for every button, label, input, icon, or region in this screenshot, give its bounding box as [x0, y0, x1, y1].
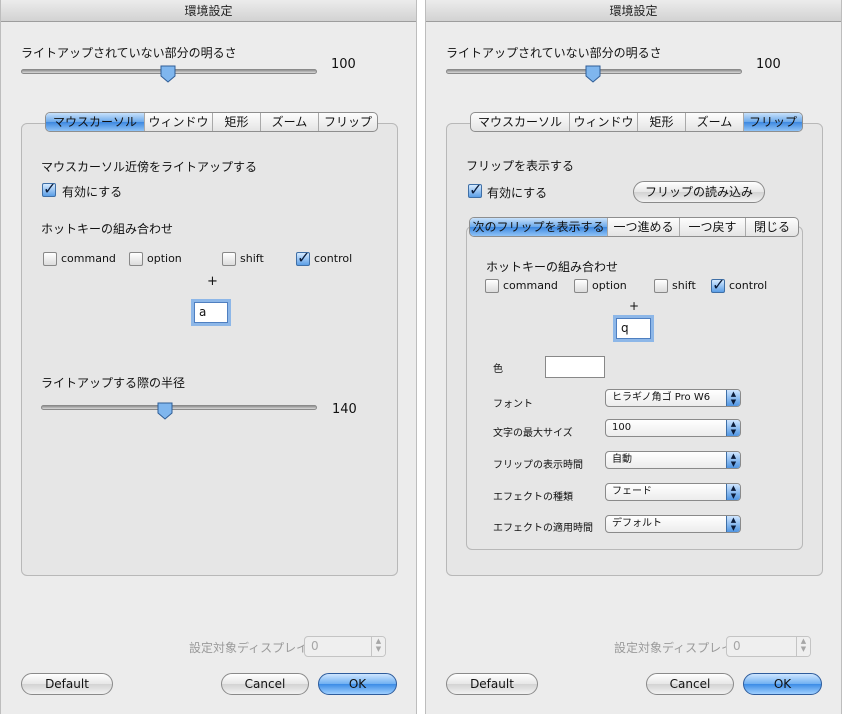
tab-rectangle[interactable]: 矩形 — [637, 113, 685, 131]
tab-bar: マウスカーソル ウィンドウ 矩形 ズーム フリップ — [45, 112, 378, 132]
shift-label: shift — [672, 279, 696, 292]
tab-window[interactable]: ウィンドウ — [569, 113, 637, 131]
radius-label: ライトアップする際の半径 — [41, 376, 186, 390]
radius-slider-thumb[interactable] — [157, 402, 173, 420]
tab-zoom[interactable]: ズーム — [685, 113, 743, 131]
section-title: マウスカーソル近傍をライトアップする — [41, 160, 258, 174]
popup-arrows-icon: ▲ ▼ — [726, 390, 740, 406]
tab-bar: マウスカーソル ウィンドウ 矩形 ズーム フリップ — [470, 112, 803, 132]
command-label: command — [61, 252, 116, 265]
effect-time-select[interactable]: デフォルト ▲ ▼ — [605, 515, 741, 533]
tab-mouse-cursor[interactable]: マウスカーソル — [46, 113, 144, 131]
brightness-label: ライトアップされていない部分の明るさ — [21, 46, 237, 60]
font-label: フォント — [493, 399, 533, 410]
shift-checkbox[interactable] — [222, 252, 236, 266]
popup-arrows-icon: ▲ ▼ — [726, 484, 740, 500]
section-title: フリップを表示する — [466, 159, 575, 173]
max-size-label: 文字の最大サイズ — [493, 428, 573, 439]
hotkey-key-field[interactable]: a — [194, 302, 228, 323]
option-label: option — [592, 279, 627, 292]
shift-label: shift — [240, 252, 264, 265]
color-swatch[interactable] — [545, 356, 605, 378]
enable-label: 有効にする — [62, 185, 123, 199]
subtab-forward[interactable]: 一つ進める — [607, 218, 679, 236]
font-select[interactable]: ヒラギノ角ゴ Pro W6 ▲ ▼ — [605, 389, 741, 407]
tab-rectangle[interactable]: 矩形 — [212, 113, 260, 131]
display-select[interactable]: 0 ▲ ▼ — [304, 636, 386, 657]
tab-window[interactable]: ウィンドウ — [144, 113, 212, 131]
brightness-value: 100 — [331, 57, 356, 72]
plus-sign: + — [207, 274, 218, 289]
default-button[interactable]: Default — [446, 673, 538, 695]
window-title: 環境設定 — [1, 0, 416, 22]
command-checkbox[interactable] — [485, 279, 499, 293]
option-label: option — [147, 252, 182, 265]
tab-mouse-cursor[interactable]: マウスカーソル — [471, 113, 569, 131]
popup-arrows-icon: ▲ ▼ — [796, 637, 810, 656]
enable-checkbox[interactable] — [468, 180, 482, 199]
tab-flip[interactable]: フリップ — [318, 113, 377, 131]
window-title: 環境設定 — [426, 0, 841, 22]
display-select[interactable]: 0 ▲ ▼ — [726, 636, 811, 657]
option-checkbox[interactable] — [574, 279, 588, 293]
effect-type-select[interactable]: フェード ▲ ▼ — [605, 483, 741, 501]
max-size-select[interactable]: 100 ▲ ▼ — [605, 419, 741, 437]
subtab-back[interactable]: 一つ戻す — [679, 218, 745, 236]
display-time-select-value: 自動 — [612, 454, 632, 465]
preferences-window-right: 環境設定 ライトアップされていない部分の明るさ 100 マウスカーソル ウィンド… — [425, 0, 842, 714]
option-checkbox[interactable] — [129, 252, 143, 266]
ok-button[interactable]: OK — [743, 673, 822, 695]
command-label: command — [503, 279, 558, 292]
command-checkbox[interactable] — [43, 252, 57, 266]
popup-arrows-icon: ▲ ▼ — [726, 420, 740, 436]
default-button[interactable]: Default — [21, 673, 113, 695]
subtab-show-next-flip[interactable]: 次のフリップを表示する — [470, 218, 607, 236]
control-checkbox[interactable] — [296, 248, 310, 267]
cancel-button[interactable]: Cancel — [221, 673, 309, 695]
enable-checkbox[interactable] — [42, 179, 56, 198]
font-select-value: ヒラギノ角ゴ Pro W6 — [612, 392, 711, 403]
display-time-select[interactable]: 自動 ▲ ▼ — [605, 451, 741, 469]
popup-arrows-icon: ▲ ▼ — [726, 516, 740, 532]
hotkey-title: ホットキーの組み合わせ — [486, 260, 619, 274]
display-select-value: 0 — [733, 639, 741, 653]
brightness-label: ライトアップされていない部分の明るさ — [446, 46, 662, 60]
tab-zoom[interactable]: ズーム — [260, 113, 318, 131]
popup-arrows-icon: ▲ ▼ — [371, 637, 385, 656]
effect-type-label: エフェクトの種類 — [493, 492, 573, 503]
plus-sign: + — [629, 299, 640, 313]
control-checkbox[interactable] — [711, 275, 725, 294]
subtab-close[interactable]: 閉じる — [745, 218, 798, 236]
popup-arrows-icon: ▲ ▼ — [726, 452, 740, 468]
display-select-value: 0 — [311, 639, 319, 653]
brightness-slider-thumb[interactable] — [160, 65, 176, 83]
effect-time-label: エフェクトの適用時間 — [493, 523, 593, 534]
radius-value: 140 — [332, 402, 357, 417]
ok-button[interactable]: OK — [318, 673, 397, 695]
display-label: 設定対象ディスプレイ — [614, 641, 734, 655]
preferences-window-left: 環境設定 ライトアップされていない部分の明るさ 100 マウスカーソル ウィンド… — [0, 0, 417, 714]
enable-label: 有効にする — [487, 186, 548, 200]
radius-slider-track[interactable] — [41, 405, 317, 410]
shift-checkbox[interactable] — [654, 279, 668, 293]
display-label: 設定対象ディスプレイ — [189, 641, 309, 655]
control-label: control — [729, 279, 768, 292]
subtab-bar: 次のフリップを表示する 一つ進める 一つ戻す 閉じる — [469, 217, 799, 237]
load-flip-button[interactable]: フリップの読み込み — [633, 181, 765, 203]
hotkey-key-field[interactable]: q — [616, 318, 651, 339]
effect-type-select-value: フェード — [612, 486, 652, 497]
max-size-select-value: 100 — [612, 422, 632, 433]
control-label: control — [314, 252, 353, 265]
brightness-value: 100 — [756, 57, 781, 72]
color-label: 色 — [493, 364, 503, 375]
hotkey-title: ホットキーの組み合わせ — [41, 222, 174, 236]
tab-flip[interactable]: フリップ — [743, 113, 802, 131]
brightness-slider-thumb[interactable] — [585, 65, 601, 83]
display-time-label: フリップの表示時間 — [493, 460, 583, 471]
effect-time-select-value: デフォルト — [612, 518, 662, 529]
cancel-button[interactable]: Cancel — [646, 673, 734, 695]
